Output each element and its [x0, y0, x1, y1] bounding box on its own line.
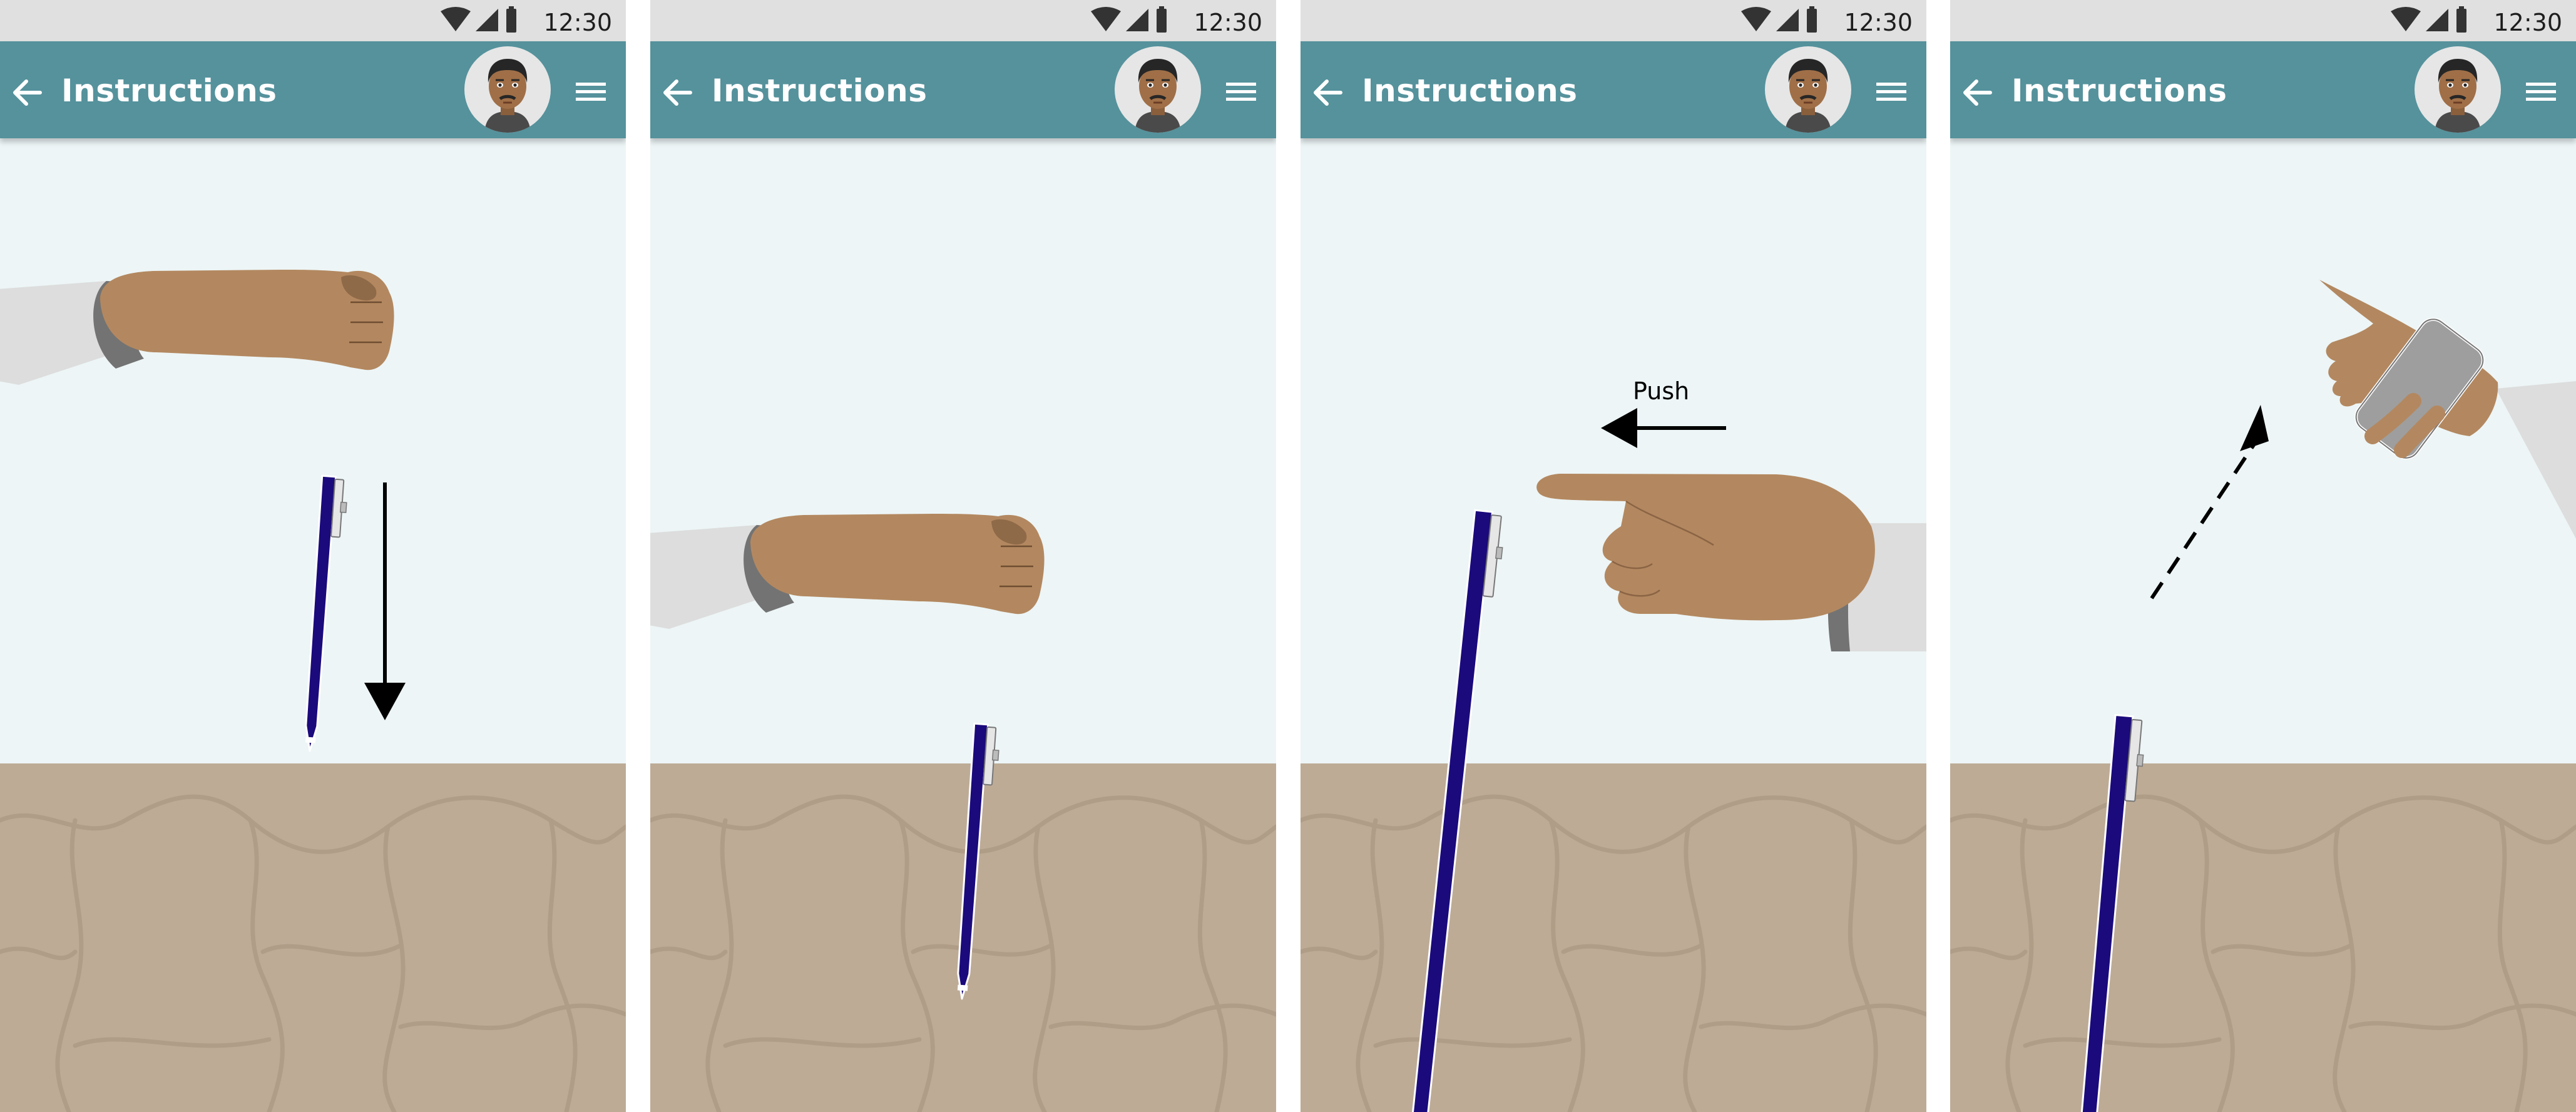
back-arrow-icon	[1314, 79, 1342, 106]
battery-icon	[506, 6, 516, 33]
screen-step-1: 12:30 Instructions	[0, 0, 626, 1112]
wifi-icon	[1741, 7, 1771, 31]
wifi-icon	[2391, 7, 2421, 31]
avatar[interactable]	[464, 46, 551, 133]
back-button[interactable]	[8, 73, 48, 113]
hamburger-menu-icon	[1226, 83, 1256, 101]
avatar[interactable]	[1115, 46, 1201, 133]
instruction-illustration	[650, 138, 1276, 1112]
instruction-illustration: Push	[1301, 138, 1926, 1112]
cell-signal-icon	[1126, 9, 1148, 31]
wifi-icon	[441, 7, 471, 31]
ground	[1950, 763, 2576, 1112]
back-arrow-icon	[1963, 79, 1992, 106]
hamburger-menu-icon	[576, 83, 606, 101]
screen-step-3: 12:30 Instructions Push	[1301, 0, 1926, 1112]
battery-icon	[2456, 6, 2466, 33]
push-label: Push	[1633, 377, 1689, 405]
instruction-illustration	[1950, 138, 2576, 1112]
hamburger-menu-icon	[2526, 83, 2556, 101]
battery-icon	[1157, 6, 1167, 33]
menu-button[interactable]	[1219, 69, 1264, 114]
screen-step-4: 12:30 Instructions	[1950, 0, 2576, 1112]
back-button[interactable]	[658, 73, 698, 113]
app-title: Instructions	[2011, 73, 2227, 109]
ground	[0, 763, 626, 1112]
back-arrow-icon	[13, 79, 42, 106]
screen-step-2: 12:30 Instructions	[650, 0, 1276, 1112]
status-bar: 12:30	[0, 0, 626, 41]
back-arrow-icon	[663, 79, 692, 106]
back-button[interactable]	[1308, 73, 1348, 113]
menu-button[interactable]	[1869, 69, 1914, 114]
hamburger-menu-icon	[1876, 83, 1906, 101]
status-bar: 12:30	[650, 0, 1276, 41]
app-bar: Instructions	[1950, 41, 2576, 138]
avatar[interactable]	[1765, 46, 1851, 133]
instruction-illustration	[0, 138, 626, 1112]
cell-signal-icon	[476, 9, 498, 31]
status-time: 12:30	[1844, 9, 1913, 36]
app-title: Instructions	[1362, 73, 1578, 109]
status-bar: 12:30	[1301, 0, 1926, 41]
cell-signal-icon	[2426, 9, 2448, 31]
avatar[interactable]	[2415, 46, 2501, 133]
app-bar: Instructions	[1301, 41, 1926, 138]
status-time: 12:30	[2493, 9, 2562, 36]
status-bar: 12:30	[1950, 0, 2576, 41]
app-title: Instructions	[712, 73, 928, 109]
app-title: Instructions	[61, 73, 277, 109]
ground	[1301, 763, 1926, 1112]
cell-signal-icon	[1776, 9, 1799, 31]
back-button[interactable]	[1958, 73, 1998, 113]
status-time: 12:30	[543, 9, 612, 36]
status-time: 12:30	[1193, 9, 1262, 36]
wifi-icon	[1091, 7, 1121, 31]
app-bar: Instructions	[0, 41, 626, 138]
battery-icon	[1807, 6, 1817, 33]
menu-button[interactable]	[568, 69, 613, 114]
menu-button[interactable]	[2518, 69, 2563, 114]
app-bar: Instructions	[650, 41, 1276, 138]
